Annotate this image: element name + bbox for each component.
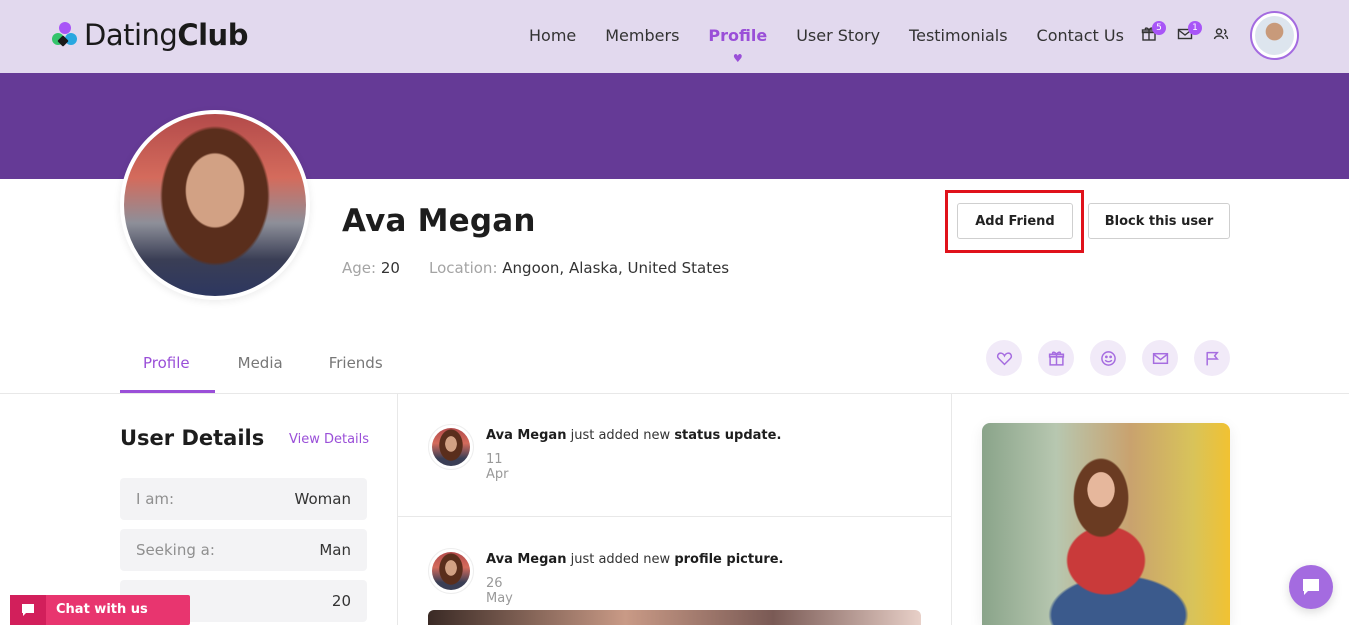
nav-contact-us[interactable]: Contact Us bbox=[1037, 26, 1124, 45]
detail-key: I am: bbox=[136, 490, 175, 508]
detail-key: Seeking a: bbox=[136, 541, 215, 559]
featured-photo[interactable] bbox=[982, 423, 1230, 625]
detail-row: Seeking a: Man bbox=[120, 529, 367, 571]
column-divider-right bbox=[951, 393, 952, 625]
detail-value: Man bbox=[319, 541, 351, 559]
add-friend-button[interactable]: Add Friend bbox=[957, 203, 1073, 239]
gift-badge: 5 bbox=[1152, 21, 1166, 35]
detail-value: 20 bbox=[331, 592, 351, 610]
main-nav: Home Members Profile ♥ User Story Testimo… bbox=[529, 26, 1124, 65]
profile-tabs: Profile Media Friends bbox=[120, 354, 383, 372]
mail-icon[interactable]: 1 bbox=[1177, 21, 1202, 42]
activity-text: Ava Megan just added new status update. bbox=[486, 428, 782, 443]
nav-testimonials[interactable]: Testimonials bbox=[909, 26, 1008, 45]
smile-icon[interactable] bbox=[1090, 340, 1126, 376]
logo-text: DatingClub bbox=[84, 18, 248, 52]
column-divider-left bbox=[397, 393, 398, 625]
mail-badge: 1 bbox=[1188, 21, 1202, 35]
gift-icon[interactable] bbox=[1038, 340, 1074, 376]
tab-profile[interactable]: Profile bbox=[143, 354, 190, 372]
nav-profile[interactable]: Profile ♥ bbox=[708, 26, 767, 65]
tab-media[interactable]: Media bbox=[238, 354, 283, 372]
tabs-divider bbox=[0, 393, 1349, 394]
block-user-button[interactable]: Block this user bbox=[1088, 203, 1230, 239]
site-logo[interactable]: DatingClub bbox=[52, 18, 248, 52]
chat-icon bbox=[1303, 579, 1319, 595]
detail-value: Woman bbox=[294, 490, 351, 508]
activity-date: 26 May bbox=[486, 576, 513, 606]
view-details-link[interactable]: View Details bbox=[289, 432, 369, 447]
detail-row: I am: Woman bbox=[120, 478, 367, 520]
activity-text: Ava Megan just added new profile picture… bbox=[486, 552, 784, 567]
nav-home[interactable]: Home bbox=[529, 26, 576, 45]
user-details-title: User Details bbox=[120, 426, 265, 450]
gift-icon[interactable]: 5 bbox=[1141, 21, 1166, 42]
activity-avatar[interactable] bbox=[428, 424, 474, 470]
activity-date: 11 Apr bbox=[486, 452, 509, 482]
profile-location: Location: Angoon, Alaska, United States bbox=[429, 259, 730, 277]
profile-age: Age: 20 bbox=[342, 259, 400, 277]
tab-friends[interactable]: Friends bbox=[329, 354, 383, 372]
profile-name: Ava Megan bbox=[342, 203, 536, 239]
chat-label: Chat with us bbox=[56, 602, 148, 617]
chat-launcher-button[interactable] bbox=[1289, 565, 1333, 609]
nav-user-story[interactable]: User Story bbox=[796, 26, 880, 45]
logo-mark-icon bbox=[52, 21, 78, 49]
nav-members[interactable]: Members bbox=[605, 26, 679, 45]
user-avatar[interactable] bbox=[1250, 11, 1299, 60]
chat-bubble-icon bbox=[10, 595, 46, 625]
mail-icon[interactable] bbox=[1142, 340, 1178, 376]
active-heart-icon: ♥ bbox=[732, 52, 743, 65]
activity-image[interactable] bbox=[428, 610, 921, 625]
chat-with-us-button[interactable]: Chat with us bbox=[10, 595, 190, 625]
heart-icon[interactable] bbox=[986, 340, 1022, 376]
top-header: DatingClub Home Members Profile ♥ User St… bbox=[0, 0, 1349, 73]
activity-avatar[interactable] bbox=[428, 548, 474, 594]
users-icon[interactable] bbox=[1213, 26, 1229, 42]
flag-icon[interactable] bbox=[1194, 340, 1230, 376]
feed-divider bbox=[398, 516, 951, 517]
profile-photo[interactable] bbox=[120, 110, 310, 300]
